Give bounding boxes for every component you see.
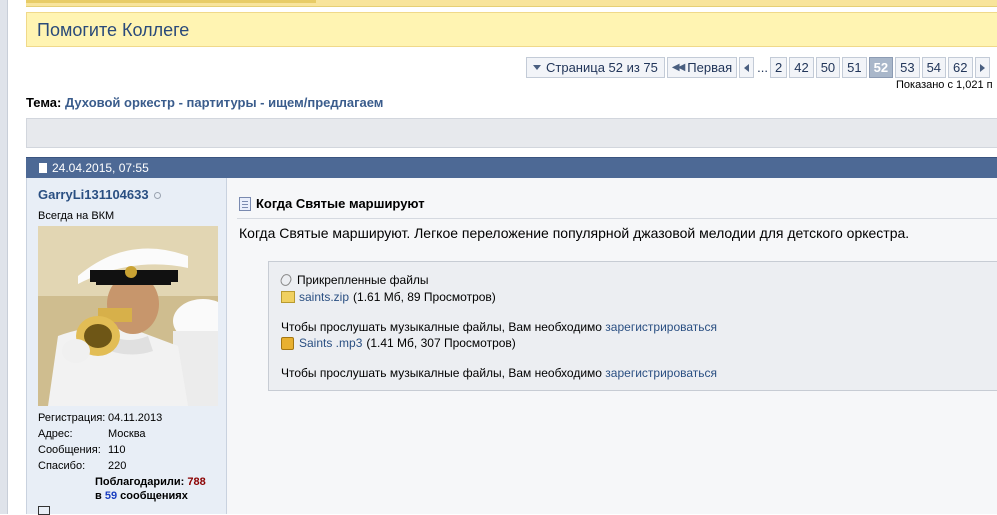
page-link-51[interactable]: 51 (842, 57, 867, 78)
stat-value: Москва (108, 428, 146, 440)
topic-heading: Тема: Духовой оркестр - партитуры - ищем… (26, 95, 383, 110)
document-icon (239, 196, 251, 211)
attachment-mp3: Saints .mp3 (1.41 Мб, 307 Просмотров) (281, 336, 516, 350)
username-link[interactable]: GarryLi131104633 (38, 187, 161, 202)
attachment-info-zip: (1.61 Мб, 89 Просмотров) (353, 290, 496, 304)
page-link-54[interactable]: 54 (921, 57, 947, 78)
thanked-count: 788 (187, 476, 206, 488)
results-shown-text: Показано с 1,021 п (896, 79, 993, 91)
title-divider (237, 218, 997, 219)
first-page-link[interactable]: ◀◀ Первая (666, 57, 738, 78)
stat-value: 04.11.2013 (108, 412, 163, 424)
left-rail (0, 0, 8, 514)
thread-tools-bar (26, 118, 997, 148)
stat-registration: Регистрация: 04.11.2013 (38, 412, 162, 428)
zip-file-icon (281, 291, 295, 303)
page-label: Страница 52 из 75 (546, 60, 658, 75)
attachments-title: Прикрепленные файлы (297, 273, 429, 287)
post-header: 24.04.2015, 07:55 (26, 157, 997, 178)
avatar-image (38, 226, 218, 406)
stat-messages: Сообщения: 110 (38, 444, 162, 460)
user-stats: Регистрация: 04.11.2013 Адрес: Москва Сооб… (38, 412, 162, 476)
stat-value: 110 (108, 444, 126, 456)
attachment-link-zip[interactable]: saints.zip (299, 290, 349, 304)
post-icon (39, 163, 47, 173)
stat-key: Регистрация: (38, 412, 106, 424)
next-page-button[interactable] (974, 57, 990, 78)
first-page-label: Первая (687, 60, 733, 75)
offline-status-icon (153, 192, 161, 200)
attachments-box: Прикрепленные файлы saints.zip (1.61 Мб,… (268, 261, 997, 391)
stat-value: 220 (108, 460, 127, 472)
thanked-posts-count[interactable]: 59 (105, 490, 117, 502)
page-selector[interactable]: Страница 52 из 75 (526, 57, 665, 78)
register-note-text: Чтобы прослушать музыкалные файлы, Вам н… (281, 366, 602, 380)
page-ellipsis: ... (757, 60, 768, 75)
thanked-in: в (95, 490, 102, 502)
forum-title[interactable]: Помогите Коллеге (37, 20, 189, 41)
double-chevron-left-icon: ◀◀ (671, 62, 685, 73)
stat-key: Адрес: (38, 428, 73, 440)
register-note-text: Чтобы прослушать музыкалные файлы, Вам н… (281, 320, 602, 334)
post-title: Когда Святые маршируют (256, 196, 425, 211)
page-link-42[interactable]: 42 (789, 57, 814, 78)
prev-page-button[interactable] (739, 57, 755, 78)
post-title-row: Когда Святые маршируют (239, 196, 425, 211)
register-link[interactable]: зарегистрироваться (605, 366, 717, 380)
page-current-52: 52 (868, 57, 894, 78)
chevron-right-icon (979, 63, 985, 72)
attachment-info-mp3: (1.41 Мб, 307 Просмотров) (366, 336, 516, 350)
forum-banner: Помогите Коллеге (26, 12, 997, 47)
stat-key: Спасибо: (38, 460, 86, 472)
page-link-50[interactable]: 50 (815, 57, 841, 78)
thanked-info: Поблагодарили: 788 в 59 сообщениях (95, 475, 206, 503)
post-message: Когда Святые маршируют. Легкое переложен… (239, 225, 910, 241)
register-note-2: Чтобы прослушать музыкалные файлы, Вам н… (281, 366, 717, 380)
user-avatar[interactable] (38, 226, 218, 406)
user-info-column: GarryLi131104633 Всегда на ВКМ Регистрац… (26, 178, 227, 515)
pagination: Страница 52 из 75 ◀◀ Первая ... 2 42 50 … (526, 57, 992, 78)
username-text: GarryLi131104633 (38, 187, 149, 202)
thanked-suffix: сообщениях (120, 490, 188, 502)
stat-thanks: Спасибо: 220 (38, 460, 162, 476)
chevron-down-icon (533, 65, 541, 70)
attachment-link-mp3[interactable]: Saints .mp3 (299, 336, 362, 350)
stat-address: Адрес: Москва (38, 428, 162, 444)
page-link-2[interactable]: 2 (769, 57, 788, 78)
topic-link[interactable]: Духовой оркестр - партитуры - ищем/предл… (65, 95, 383, 110)
register-link[interactable]: зарегистрироваться (605, 320, 717, 334)
attachment-zip: saints.zip (1.61 Мб, 89 Просмотров) (281, 290, 496, 304)
thanked-label: Поблагодарили: (95, 476, 185, 488)
page-link-53[interactable]: 53 (895, 57, 920, 78)
chevron-left-icon (744, 63, 750, 72)
user-title: Всегда на ВКМ (38, 210, 115, 222)
post-body: Когда Святые маршируют Когда Святые марш… (227, 178, 997, 514)
audio-file-icon (281, 336, 294, 350)
register-note-1: Чтобы прослушать музыкалные файлы, Вам н… (281, 320, 717, 334)
attachments-header: Прикрепленные файлы (278, 272, 429, 288)
topic-label: Тема: (26, 95, 62, 110)
stat-key: Сообщения: (38, 444, 101, 456)
post-date: 24.04.2015, 07:55 (52, 161, 149, 175)
banner-top-strip (26, 0, 997, 7)
paperclip-icon (278, 272, 294, 288)
page-link-62[interactable]: 62 (948, 57, 973, 78)
